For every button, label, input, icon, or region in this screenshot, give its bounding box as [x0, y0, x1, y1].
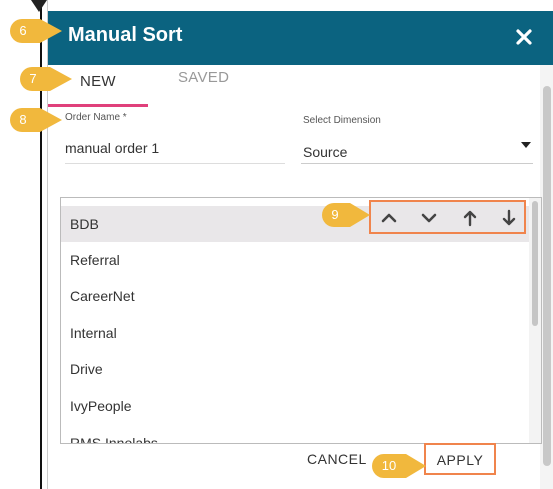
- callout-10: 10: [372, 454, 426, 478]
- callout-8: 8: [10, 108, 62, 132]
- list-item[interactable]: Internal: [61, 315, 529, 351]
- order-name-field[interactable]: Order Name * manual order 1: [65, 112, 285, 164]
- list-item[interactable]: CareerNet: [61, 278, 529, 314]
- apply-button[interactable]: APPLY: [424, 443, 496, 475]
- dimension-label: Select Dimension: [303, 115, 381, 126]
- list-item[interactable]: IvyPeople: [61, 388, 529, 424]
- tab-bar: NEW SAVED: [48, 65, 538, 107]
- list-scrollbar-thumb[interactable]: [532, 201, 538, 326]
- close-icon[interactable]: [513, 26, 535, 48]
- move-controls: [369, 200, 526, 234]
- arrow-up-icon[interactable]: [459, 207, 481, 229]
- callout-6: 6: [10, 19, 62, 43]
- dimension-select[interactable]: Select Dimension Source: [301, 112, 533, 164]
- dimension-value[interactable]: Source: [303, 144, 347, 160]
- cursor-corner: [31, 0, 47, 12]
- callout-9: 9: [322, 203, 370, 227]
- list-item[interactable]: RMS Innolabs: [61, 425, 529, 443]
- dialog-scrollbar-thumb[interactable]: [543, 86, 551, 466]
- list-item[interactable]: Drive: [61, 351, 529, 387]
- dialog-header: Manual Sort: [48, 11, 553, 65]
- list-item[interactable]: Referral: [61, 242, 529, 278]
- tab-saved[interactable]: SAVED: [178, 67, 258, 105]
- sort-listbox[interactable]: BDB Referral CareerNet Internal Drive Iv…: [60, 197, 542, 444]
- chevron-up-icon[interactable]: [378, 207, 400, 229]
- order-name-label: Order Name *: [65, 112, 127, 123]
- order-name-input[interactable]: manual order 1: [65, 140, 159, 156]
- chevron-down-icon[interactable]: [418, 207, 440, 229]
- arrow-down-icon[interactable]: [498, 207, 520, 229]
- dialog-title: Manual Sort: [68, 24, 183, 46]
- dropdown-caret-icon[interactable]: [521, 142, 531, 148]
- manual-sort-dialog: Manual Sort NEW SAVED Order Name * manua…: [47, 0, 553, 489]
- callout-7: 7: [20, 67, 72, 91]
